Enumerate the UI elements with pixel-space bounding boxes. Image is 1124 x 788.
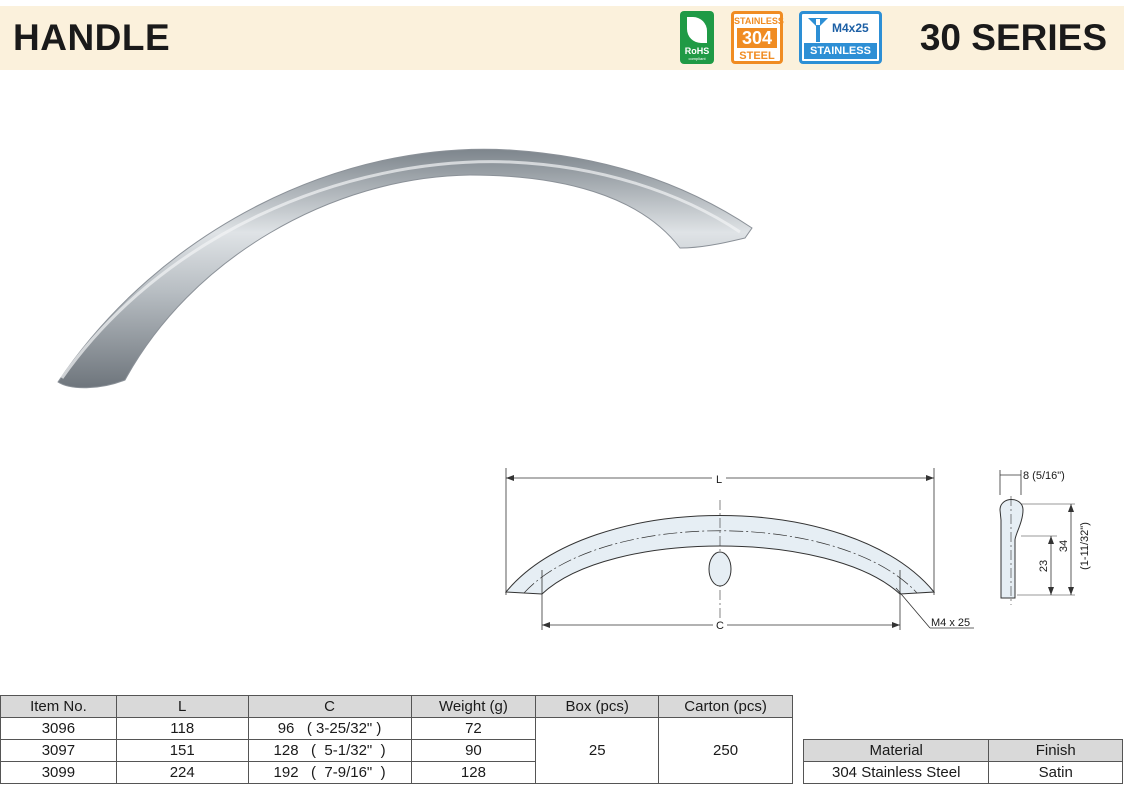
cell-c: 192 ( 7-9/16" ) [247,761,412,784]
cell-weight: 72 [410,717,537,740]
cell-weight: 90 [410,739,537,762]
table-header-row: Material Finish [802,739,1123,762]
total-height-label: 34 [1058,540,1070,552]
col-header-box: Box (pcs) [535,695,660,718]
front-view-drawing: L C M4 x 25 [504,468,974,632]
rohs-label: RoHS [684,46,710,56]
width-label: 8 (5/16") [1023,470,1065,482]
total-height-inch-label: (1-11/32") [1079,522,1091,570]
table-row: 3096 118 96 ( 3-25/32" ) 72 25 250 [0,717,793,784]
cell-item: 3097 [0,739,117,762]
col-header-item: Item No. [0,695,117,718]
table-header-row: Item No. L C Weight (g) Box (pcs) Carton… [0,695,793,718]
handle-photo [57,148,753,389]
cell-l: 151 [115,739,249,762]
series-label: 30 SERIES [919,17,1107,58]
screw-badge: M4x25 STAINLESS [799,11,882,64]
cell-finish: Satin [988,761,1123,784]
rohs-sublabel: compliant [688,56,706,61]
cell-carton: 250 [658,717,793,784]
col-header-c: C [247,695,412,718]
cell-item: 3096 [0,717,117,740]
rohs-badge: RoHS compliant [680,11,714,64]
col-header-weight: Weight (g) [410,695,537,718]
leaf-icon [687,17,707,43]
col-header-finish: Finish [988,739,1123,762]
screw-spec-label: M4 x 25 [931,617,970,629]
cell-c: 96 ( 3-25/32" ) [247,717,412,740]
cell-box: 25 [535,717,660,784]
page-title: HANDLE [13,17,171,58]
screw-stainless-label: STAINLESS [804,43,877,59]
col-header-l: L [115,695,249,718]
col-header-material: Material [802,739,990,762]
length-label: L [716,474,722,486]
cell-c: 128 ( 5-1/32" ) [247,739,412,762]
screw-icon [808,18,828,42]
spec-table: Item No. L C Weight (g) Box (pcs) Carton… [0,695,793,784]
side-view-drawing: 8 (5/16") 23 34 (1-11/32") [999,470,1091,605]
cell-l: 118 [115,717,249,740]
steel-badge-grade: 304 [737,28,777,48]
material-table: Material Finish 304 Stainless Steel Sati… [802,739,1123,784]
center-label: C [716,620,724,632]
steel-badge-line3: STEEL [739,50,775,62]
cell-l: 224 [115,761,249,784]
cell-weight: 128 [410,761,537,784]
table-row: 304 Stainless Steel Satin [802,761,1123,784]
inner-height-label: 23 [1038,560,1050,572]
stainless-steel-badge: STAINLESS 304 STEEL [731,11,784,64]
screw-size: M4x25 [832,21,869,35]
cell-item: 3099 [0,761,117,784]
cell-material: 304 Stainless Steel [802,761,990,784]
steel-badge-line1: STAINLESS [734,16,784,26]
col-header-carton: Carton (pcs) [658,695,793,718]
